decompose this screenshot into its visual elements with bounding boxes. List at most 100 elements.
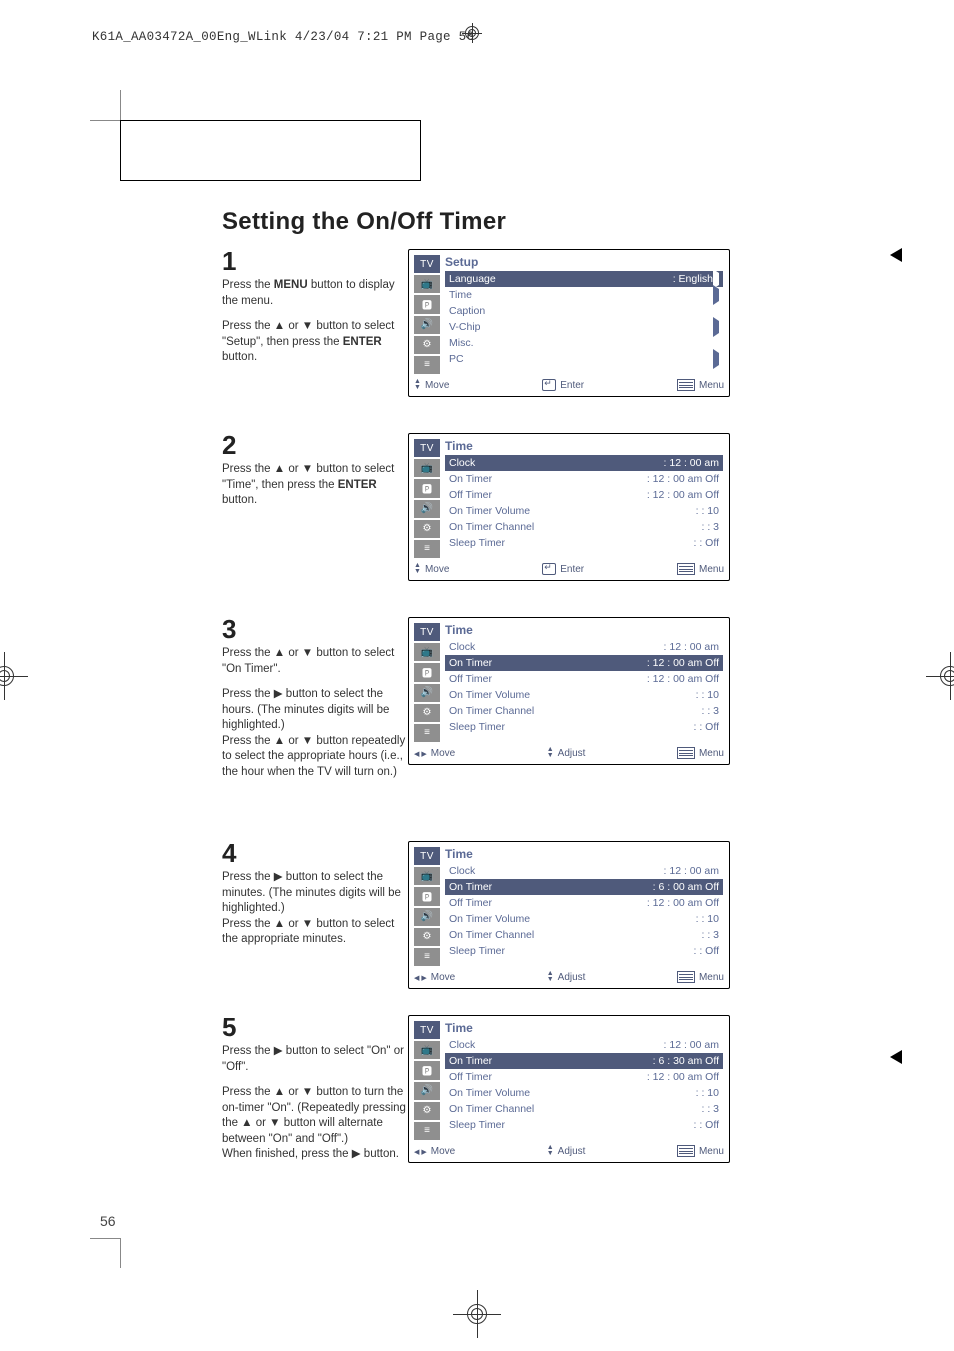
osd-row: Caption xyxy=(445,303,723,319)
osd-row-label: Clock xyxy=(449,641,475,653)
osd-row-value xyxy=(713,353,719,365)
osd-row: On Timer : 6 : 00 am Off xyxy=(445,879,723,895)
osd-row-value: : 12 : 00 am xyxy=(664,865,719,877)
osd-row-value: : 6 : 00 am Off xyxy=(653,881,719,893)
osd-content: TimeClock: 12 : 00 am On Timer: 12 : 00 … xyxy=(445,439,723,558)
osd-row-label: On Timer Channel xyxy=(449,1103,534,1115)
osd-row-value: : 12 : 00 am Off xyxy=(647,897,719,909)
osd-footer-mid: Adjust xyxy=(558,1146,586,1157)
input-icon: 📺 xyxy=(414,643,440,661)
osd-row-label: On Timer xyxy=(449,1055,492,1067)
osd-row: On Timer: 6 : 30 am Off xyxy=(445,1053,723,1069)
enter-icon xyxy=(542,563,556,575)
registration-mark-right xyxy=(926,652,954,700)
tv-icon: TV xyxy=(414,439,440,457)
osd-row-value: : 12 : 00 am xyxy=(664,1039,719,1051)
osd-row: On Timer Channel: : 3 xyxy=(445,927,723,943)
osd-row-label: On Timer xyxy=(449,657,492,669)
osd-row-value: : 12 : 00 am Off xyxy=(647,673,719,685)
step-text: Press the ▲ or ▼ button to select "On Ti… xyxy=(222,646,412,780)
menu-icon xyxy=(677,971,695,983)
sound-icon: 🔊 xyxy=(414,1082,440,1100)
osd-row-label: On Timer Channel xyxy=(449,705,534,717)
osd-row: Off Timer : 12 : 00 am Off xyxy=(445,671,723,687)
osd-content: SetupLanguage : English TimeCaptionV-Chi… xyxy=(445,255,723,374)
osd-row-label: On Timer Volume xyxy=(449,689,530,701)
menu-icon xyxy=(677,1145,695,1157)
osd-footer: MoveAdjustMenu xyxy=(414,1143,724,1159)
up-down-icon xyxy=(547,1145,554,1156)
osd-row-value xyxy=(713,289,719,301)
left-right-icon xyxy=(414,1146,427,1157)
osd-footer: MoveEnterMenu xyxy=(414,377,724,393)
registration-mark-bottom xyxy=(453,1290,501,1338)
section-title: Setting the On/Off Timer xyxy=(222,208,506,236)
menu-icon xyxy=(677,563,695,575)
setup-icon: ⚙ xyxy=(414,928,440,946)
picture-icon: 🅿 xyxy=(414,295,440,313)
chevron-right-icon xyxy=(713,285,719,305)
input-icon: 📺 xyxy=(414,867,440,885)
osd-row-label: Sleep Timer xyxy=(449,945,505,957)
osd-row: Clock: 12 : 00 am xyxy=(445,863,723,879)
osd-row: Language : English xyxy=(445,271,723,287)
osd-row-label: On Timer xyxy=(449,881,492,893)
side-marker-icon xyxy=(890,1050,902,1064)
osd-row-value: : : 3 xyxy=(701,705,719,717)
osd-row-value: : English xyxy=(670,273,719,285)
osd-row-label: V-Chip xyxy=(449,321,481,333)
osd-row-value: : : Off xyxy=(694,1119,719,1131)
osd-row-label: PC xyxy=(449,353,464,365)
osd-row-value: : : Off xyxy=(694,537,719,549)
osd-row-value: : 12 : 00 am xyxy=(664,641,719,653)
osd-footer-left: Move xyxy=(431,748,455,759)
page-number: 56 xyxy=(100,1213,116,1229)
setup-icon: ⚙ xyxy=(414,520,440,538)
osd-row-value: : : 10 xyxy=(696,689,719,701)
osd-row-value xyxy=(713,321,719,333)
osd-footer-mid: Adjust xyxy=(558,748,586,759)
osd-time-menu: TV📺🅿🔊⚙≡TimeClock: 12 : 00 am On Timer: 6… xyxy=(408,841,730,989)
osd-row-label: On Timer Channel xyxy=(449,929,534,941)
side-marker-icon xyxy=(890,248,902,262)
sound-icon: 🔊 xyxy=(414,500,440,518)
up-down-icon xyxy=(547,747,554,758)
osd-time-menu: TV📺🅿🔊⚙≡TimeClock: 12 : 00 am On Timer: 1… xyxy=(408,433,730,581)
up-down-icon xyxy=(414,379,421,390)
osd-row: Off Timer: 12 : 00 am Off xyxy=(445,1069,723,1085)
osd-sidebar: TV📺🅿🔊⚙≡ xyxy=(414,847,440,966)
osd-row-label: Misc. xyxy=(449,337,474,349)
osd-content: TimeClock: 12 : 00 am On Timer: 12 : 00 … xyxy=(445,623,723,742)
input-icon: 📺 xyxy=(414,459,440,477)
left-right-icon xyxy=(414,748,427,759)
title-frame xyxy=(120,120,421,181)
step-paragraph: Press the ▲ or ▼ button to select "On Ti… xyxy=(222,646,412,677)
osd-row-value: : 12 : 00 am Off xyxy=(647,1071,719,1083)
picture-icon: 🅿 xyxy=(414,1061,440,1079)
osd-row-value: : 12 : 00 am Off xyxy=(647,489,719,501)
osd-footer: MoveEnterMenu xyxy=(414,561,724,577)
sound-icon: 🔊 xyxy=(414,684,440,702)
osd-row-value: : : Off xyxy=(694,945,719,957)
osd-row-label: Off Timer xyxy=(449,673,492,685)
crop-tick xyxy=(90,1238,120,1239)
osd-row: On Timer Volume : : 10 xyxy=(445,687,723,703)
osd-footer-right: Menu xyxy=(699,748,724,759)
osd-row-label: On Timer xyxy=(449,473,492,485)
osd-row-label: On Timer Volume xyxy=(449,505,530,517)
listings-icon: ≡ xyxy=(414,356,440,374)
osd-footer-mid: Adjust xyxy=(558,972,586,983)
osd-row-value: : : Off xyxy=(694,721,719,733)
listings-icon: ≡ xyxy=(414,1122,440,1140)
osd-row: Sleep Timer: : Off xyxy=(445,1117,723,1133)
osd-row-label: On Timer Volume xyxy=(449,1087,530,1099)
crop-tick xyxy=(120,1238,121,1268)
print-slug: K61A_AA03472A_00Eng_WLink 4/23/04 7:21 P… xyxy=(92,30,474,44)
osd-row: PC xyxy=(445,351,723,367)
osd-row-label: Time xyxy=(449,289,472,301)
tv-icon: TV xyxy=(414,847,440,865)
osd-footer-right: Menu xyxy=(699,380,724,391)
osd-sidebar: TV📺🅿🔊⚙≡ xyxy=(414,623,440,742)
listings-icon: ≡ xyxy=(414,540,440,558)
osd-title: Time xyxy=(445,847,723,861)
